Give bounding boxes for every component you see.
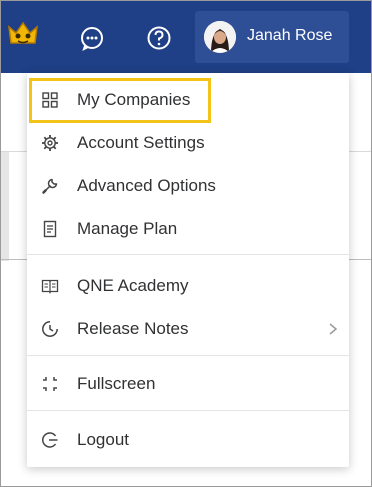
menu-item-advanced-options[interactable]: Advanced Options: [27, 168, 349, 204]
menu-item-logout[interactable]: Logout: [27, 422, 349, 458]
wrench-icon: [42, 178, 58, 194]
menu-item-release-notes[interactable]: Release Notes: [27, 311, 349, 347]
menu-divider: [27, 355, 349, 356]
menu-item-fullscreen[interactable]: Fullscreen: [27, 366, 349, 402]
user-avatar-icon: [204, 21, 236, 53]
user-dropdown-menu: My Companies Account Settings Advanced O: [27, 73, 349, 467]
menu-divider: [27, 254, 349, 255]
menu-item-label: Release Notes: [77, 319, 189, 338]
user-name: Janah Rose: [247, 27, 333, 44]
clock-icon: [42, 321, 58, 337]
menu-item-my-companies[interactable]: My Companies: [27, 82, 349, 118]
menu-item-label: Fullscreen: [77, 374, 156, 393]
menu-item-account-settings[interactable]: Account Settings: [27, 125, 349, 161]
grid-icon: [42, 92, 58, 108]
menu-item-qne-academy[interactable]: QNE Academy: [27, 268, 349, 304]
logout-icon: [42, 432, 58, 448]
gear-icon: [42, 135, 58, 151]
user-menu-button[interactable]: Janah Rose: [195, 11, 349, 63]
fullscreen-icon: [43, 377, 57, 391]
avatar: [204, 21, 236, 53]
menu-divider: [27, 410, 349, 411]
app-logo-icon[interactable]: [5, 17, 41, 53]
menu-item-label: My Companies: [77, 90, 191, 109]
top-navigation-bar: Janah Rose: [1, 1, 371, 73]
menu-item-label: Logout: [77, 430, 129, 449]
document-icon: [43, 220, 57, 238]
menu-item-label: Manage Plan: [77, 219, 178, 238]
book-icon: [41, 279, 59, 294]
chat-icon[interactable]: [79, 25, 105, 51]
app-window: Janah Rose My Companies Account Settings…: [0, 0, 372, 487]
menu-item-label: Advanced Options: [77, 176, 216, 195]
chevron-right-icon: [329, 323, 338, 335]
menu-item-label: Account Settings: [77, 133, 205, 152]
menu-item-label: QNE Academy: [77, 276, 189, 295]
menu-item-manage-plan[interactable]: Manage Plan: [27, 211, 349, 247]
background-panel-edge: [1, 151, 9, 261]
help-icon[interactable]: [146, 25, 172, 51]
